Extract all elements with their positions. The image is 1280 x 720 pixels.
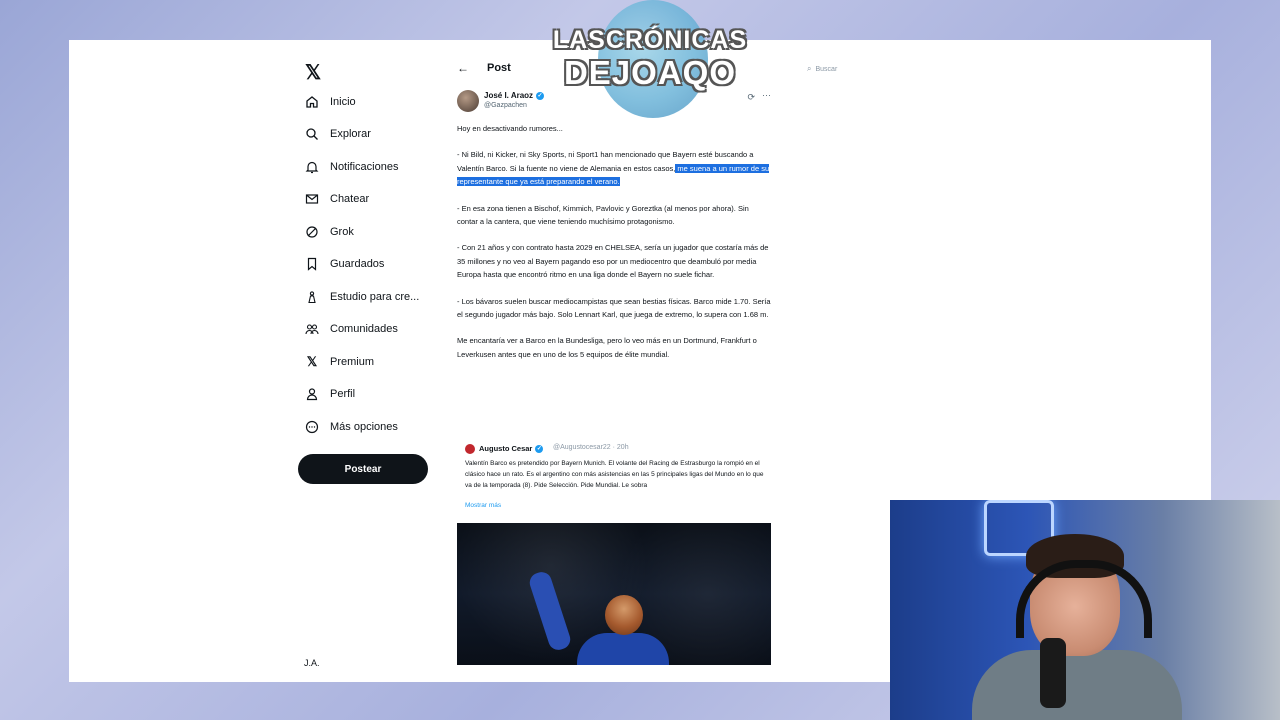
brand-title-line1: LASCRÓNICAS [552,26,748,54]
search-icon: ⌕ [807,64,812,73]
quoted-post[interactable]: Augusto Cesar ✓ @Augustocesar22 · 20h Val… [457,438,771,516]
post-paragraph: - Con 21 años y con contrato hasta 2029 … [457,243,769,280]
x-premium-icon: 𝕏 [306,354,318,369]
microphone-icon [1040,638,1066,708]
quote-text: Valentín Barco es pretendido por Bayern … [465,460,764,489]
sidebar-item-mas-opciones[interactable]: Más opciones [304,415,398,439]
show-more-link[interactable]: Mostrar más [465,502,501,509]
sidebar-item-notificaciones[interactable]: Notificaciones [304,155,398,179]
quote-author-name: Augusto Cesar ✓ [479,444,544,454]
profile-icon [304,386,320,402]
post-paragraph: - Los bávaros suelen buscar mediocampist… [457,296,771,320]
sidebar-item-guardados[interactable]: Guardados [304,252,384,276]
sidebar-item-label: Comunidades [330,323,398,335]
quote-author-name-text: Augusto Cesar [479,444,533,453]
more-menu-icon[interactable]: ··· [762,90,771,100]
post-media-image[interactable] [457,523,771,665]
sidebar-item-perfil[interactable]: Perfil [304,382,355,406]
communities-icon [304,321,320,337]
sidebar-item-label: Inicio [330,96,356,108]
more-options-icon [304,419,320,435]
back-arrow-icon[interactable]: ← [457,61,487,75]
sidebar-item-label: Guardados [330,258,385,270]
bell-icon [304,159,320,175]
sidebar-item-label: Explorar [330,128,371,140]
author-handle[interactable]: @Gazpachen [484,102,527,109]
post-paragraph: - Ni Bild, ni Kicker, ni Sky Sports, ni … [457,148,771,188]
avatar[interactable] [457,90,479,112]
sidebar-item-label: Perfil [330,388,356,400]
page-title: Post [487,62,511,74]
stream-brand-overlay: LASCRÓNICAS DEJOAQO [550,0,750,120]
sidebar-item-label: Premium [330,356,375,368]
post-body: Hoy en desactivando rumores... - Ni Bild… [457,122,771,374]
quote-author-handle: @Augustocesar22 · 20h [553,444,629,451]
player-jersey [577,633,669,665]
search-input[interactable]: ⌕ Buscar [807,64,837,74]
sidebar-item-chatear[interactable]: Chatear [304,187,369,211]
post-paragraph: Me encantaría ver a Barco en la Bundesli… [457,336,757,359]
sidebar-item-premium[interactable]: 𝕏 Premium [304,350,374,374]
bookmark-icon [304,256,320,272]
sidebar-item-comunidades[interactable]: Comunidades [304,317,398,341]
post-button[interactable]: Postear [298,454,428,484]
brand-title-line2: DEJOAQO [563,54,737,91]
sidebar-item-label: Estudio para cre... [330,291,420,303]
post-paragraph: Hoy en desactivando rumores... [457,124,563,133]
mail-icon [304,191,320,207]
search-icon [304,126,320,142]
home-icon [304,94,320,110]
author-name-text: José I. Araoz [484,91,534,100]
sidebar-item-grok[interactable]: Grok [304,220,354,244]
account-switcher[interactable]: J.A. [304,658,320,668]
sidebar-item-inicio[interactable]: Inicio [304,90,356,114]
sidebar-item-label: Chatear [330,193,370,205]
sidebar-item-estudio[interactable]: Estudio para cre... [304,285,419,309]
verified-badge-icon: ✓ [535,445,544,454]
sidebar-item-label: Más opciones [330,421,398,433]
post-header: ← Post [457,58,511,78]
player-head [605,595,643,635]
post-detail: ← Post José I. Araoz ✓ @Gazpachen ⟳ ··· H… [457,40,771,682]
search-placeholder: Buscar [815,65,838,73]
streamer-shirt [972,650,1182,720]
sidebar-item-label: Notificaciones [330,161,399,173]
webcam-overlay [890,500,1280,720]
avatar [465,444,475,454]
x-logo-icon[interactable]: 𝕏 [305,60,325,84]
sidebar-item-label: Grok [330,226,354,238]
studio-icon [304,289,320,305]
author-name[interactable]: José I. Araoz ✓ [484,91,545,100]
post-paragraph: - En esa zona tienen a Bischof, Kimmich,… [457,203,749,227]
verified-badge-icon: ✓ [536,91,545,100]
grok-icon [304,224,320,240]
sidebar-item-explorar[interactable]: Explorar [304,122,371,146]
